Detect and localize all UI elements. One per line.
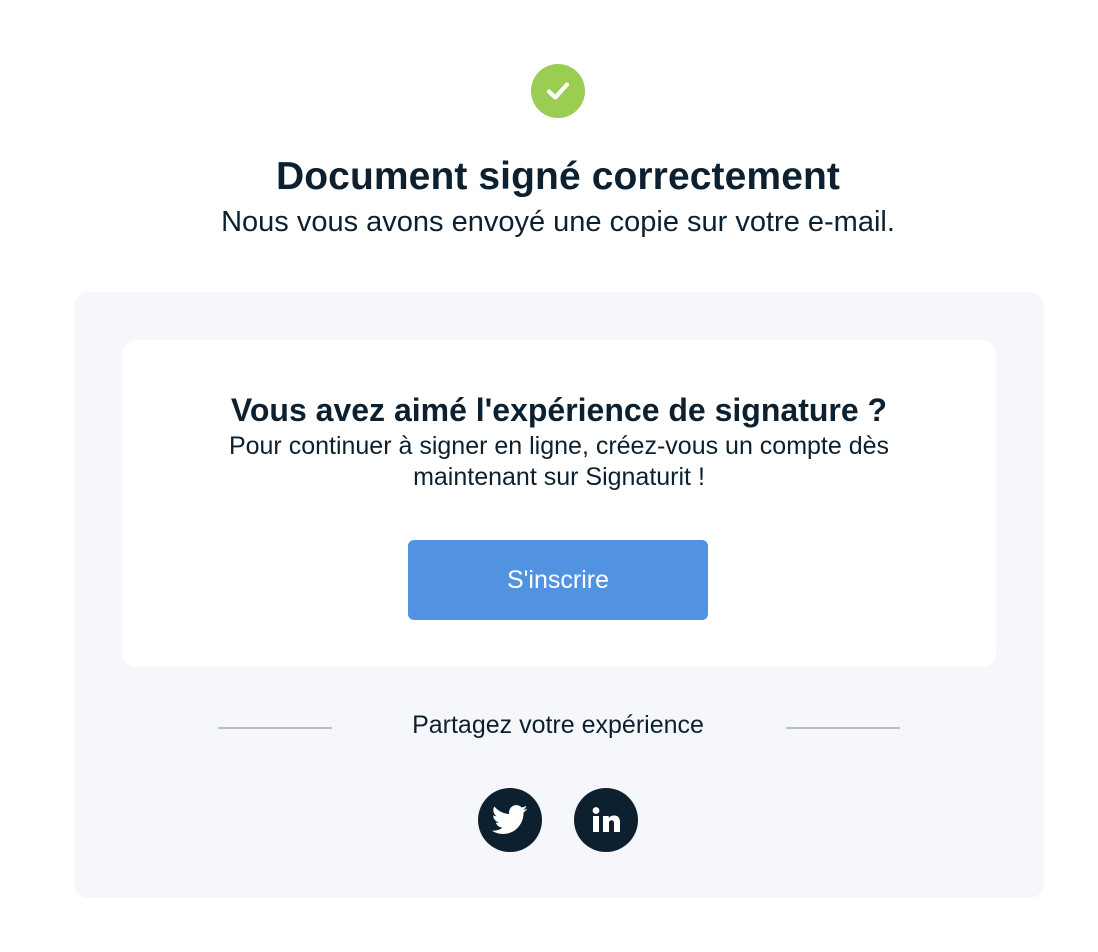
signup-card-title: Vous avez aimé l'expérience de signature… — [230, 392, 888, 428]
linkedin-share-button[interactable] — [574, 788, 638, 852]
signup-button[interactable]: S'inscrire — [408, 540, 708, 620]
confirmation-title: Document signé correctement — [275, 155, 840, 198]
signup-card-description: Pour continuer à signer en ligne, créez-… — [228, 432, 890, 491]
signup-card: Vous avez aimé l'expérience de signature… — [122, 340, 996, 667]
twitter-share-button[interactable] — [478, 788, 542, 852]
check-mark-icon — [546, 82, 570, 100]
account-promo-panel: Vous avez aimé l'expérience de signature… — [74, 292, 1044, 898]
twitter-icon — [492, 805, 528, 834]
linkedin-icon — [592, 807, 620, 832]
share-label: Partagez votre expérience — [412, 711, 704, 739]
check-circle-icon — [531, 64, 585, 118]
share-divider-right — [786, 727, 900, 729]
confirmation-subtitle: Nous vous avons envoyé une copie sur vot… — [221, 206, 895, 238]
